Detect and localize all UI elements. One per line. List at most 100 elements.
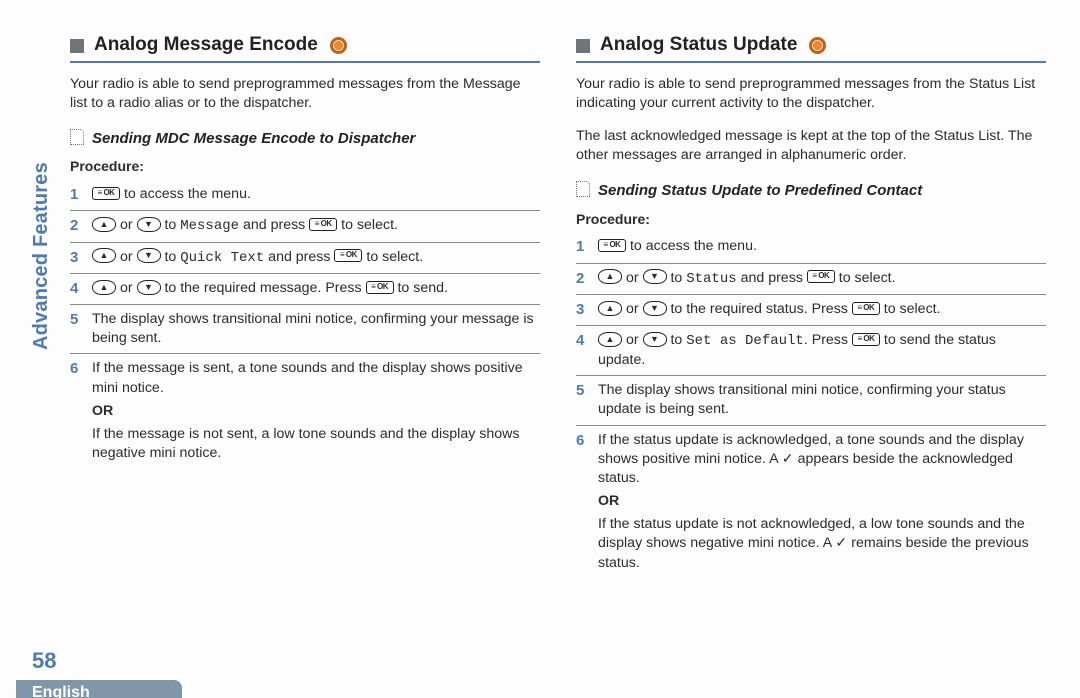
ok-button-icon xyxy=(334,249,362,262)
step-number: 2 xyxy=(576,269,598,289)
step-body: to access the menu. xyxy=(92,185,540,205)
up-button-icon xyxy=(598,269,622,284)
step-text: or xyxy=(116,280,137,296)
step-text: to select. xyxy=(835,270,896,286)
step-text: and press xyxy=(264,249,334,265)
page-number: 58 xyxy=(32,648,56,674)
section-heading-analog-message-encode: Analog Message Encode xyxy=(70,32,540,63)
ok-button-icon xyxy=(366,281,394,294)
menu-item-status: Status xyxy=(686,271,736,287)
down-button-icon xyxy=(643,269,667,284)
step-body: The display shows transitional mini noti… xyxy=(92,310,540,348)
step-text: to send. xyxy=(394,280,448,296)
or-label: OR xyxy=(598,492,1046,511)
procedure-label: Procedure: xyxy=(576,210,1046,229)
step-text: The display shows transitional mini noti… xyxy=(92,311,534,346)
step-row: 4 or to Set as Default. Press to send th… xyxy=(576,326,1046,376)
subsection-title: Sending Status Update to Predefined Cont… xyxy=(598,181,922,201)
down-button-icon xyxy=(137,217,161,232)
intro-paragraph: The last acknowledged message is kept at… xyxy=(576,127,1046,165)
step-text: If the message is not sent, a low tone s… xyxy=(92,426,519,461)
language-band: English xyxy=(16,680,182,698)
step-text: to select. xyxy=(362,249,423,265)
step-number: 1 xyxy=(576,237,598,257)
up-button-icon xyxy=(92,280,116,295)
step-number: 4 xyxy=(70,279,92,299)
step-row: 1 to access the menu. xyxy=(576,232,1046,263)
step-body: If the status update is acknowledged, a … xyxy=(598,431,1046,573)
subsection-heading: Sending MDC Message Encode to Dispatcher xyxy=(70,127,540,149)
step-text: to select. xyxy=(337,217,398,233)
step-text: to select. xyxy=(880,301,941,317)
step-number: 5 xyxy=(70,310,92,348)
section-heading-analog-status-update: Analog Status Update xyxy=(576,32,1046,63)
ok-button-icon xyxy=(852,333,880,346)
subsection-heading: Sending Status Update to Predefined Cont… xyxy=(576,179,1046,201)
ok-button-icon xyxy=(598,239,626,252)
step-row: 5 The display shows transitional mini no… xyxy=(70,305,540,354)
analog-mode-icon xyxy=(809,37,826,54)
up-button-icon xyxy=(598,332,622,347)
step-number: 4 xyxy=(576,331,598,370)
step-body: or to Quick Text and press to select. xyxy=(92,248,540,268)
step-text: The display shows transitional mini noti… xyxy=(598,382,1006,417)
ok-button-icon xyxy=(852,302,880,315)
step-text: to the required status. Press xyxy=(667,301,852,317)
step-text: If the message is sent, a tone sounds an… xyxy=(92,360,523,395)
step-body: The display shows transitional mini noti… xyxy=(598,381,1046,419)
step-text: to xyxy=(667,332,687,348)
subsection-title: Sending MDC Message Encode to Dispatcher xyxy=(92,129,415,149)
step-row: 2 or to Message and press to select. xyxy=(70,211,540,242)
section-title: Analog Status Update xyxy=(600,32,797,58)
step-text: to xyxy=(161,217,181,233)
step-number: 3 xyxy=(70,248,92,268)
step-row: 4 or to the required message. Press to s… xyxy=(70,274,540,305)
down-button-icon xyxy=(643,332,667,347)
ok-button-icon xyxy=(807,270,835,283)
step-row: 2 or to Status and press to select. xyxy=(576,264,1046,295)
menu-item-quick-text: Quick Text xyxy=(180,250,264,266)
section-tab-advanced-features: Advanced Features xyxy=(30,162,53,350)
step-text: or xyxy=(116,217,137,233)
content-columns: Analog Message Encode Your radio is able… xyxy=(70,32,1046,578)
procedure-topic-icon xyxy=(70,129,84,145)
step-text: to the required message. Press xyxy=(161,280,366,296)
step-number: 6 xyxy=(70,359,92,463)
step-row: 3 or to Quick Text and press to select. xyxy=(70,243,540,274)
step-text: and press xyxy=(239,217,309,233)
step-text: or xyxy=(116,249,137,265)
intro-paragraph: Your radio is able to send preprogrammed… xyxy=(70,75,540,113)
intro-paragraph: Your radio is able to send preprogrammed… xyxy=(576,75,1046,113)
menu-item-message: Message xyxy=(180,218,239,234)
step-row: 3 or to the required status. Press to se… xyxy=(576,295,1046,326)
step-row: 6 If the status update is acknowledged, … xyxy=(576,426,1046,578)
step-body: If the message is sent, a tone sounds an… xyxy=(92,359,540,463)
procedure-topic-icon xyxy=(576,181,590,197)
down-button-icon xyxy=(643,301,667,316)
step-text: . Press xyxy=(804,332,852,348)
or-label: OR xyxy=(92,402,540,421)
step-number: 6 xyxy=(576,431,598,573)
up-button-icon xyxy=(92,217,116,232)
right-column: Analog Status Update Your radio is able … xyxy=(576,32,1046,578)
step-row: 5 The display shows transitional mini no… xyxy=(576,376,1046,425)
procedure-steps-left: 1 to access the menu. 2 or to Message an… xyxy=(70,180,540,468)
step-body: or to Message and press to select. xyxy=(92,216,540,236)
procedure-steps-right: 1 to access the menu. 2 or to Status and… xyxy=(576,232,1046,577)
down-button-icon xyxy=(137,280,161,295)
step-row: 1 to access the menu. xyxy=(70,180,540,211)
step-text: to xyxy=(161,249,181,265)
manual-page: Advanced Features 58 English Analog Mess… xyxy=(0,0,1080,698)
section-bullet-icon xyxy=(70,39,84,53)
step-body: or to the required status. Press to sele… xyxy=(598,300,1046,320)
up-button-icon xyxy=(92,248,116,263)
step-number: 3 xyxy=(576,300,598,320)
step-number: 1 xyxy=(70,185,92,205)
step-text: or xyxy=(622,301,643,317)
step-number: 5 xyxy=(576,381,598,419)
down-button-icon xyxy=(137,248,161,263)
step-row: 6 If the message is sent, a tone sounds … xyxy=(70,354,540,468)
ok-button-icon xyxy=(92,187,120,200)
step-body: or to the required message. Press to sen… xyxy=(92,279,540,299)
checkmark-icon: ✓ xyxy=(835,535,847,551)
